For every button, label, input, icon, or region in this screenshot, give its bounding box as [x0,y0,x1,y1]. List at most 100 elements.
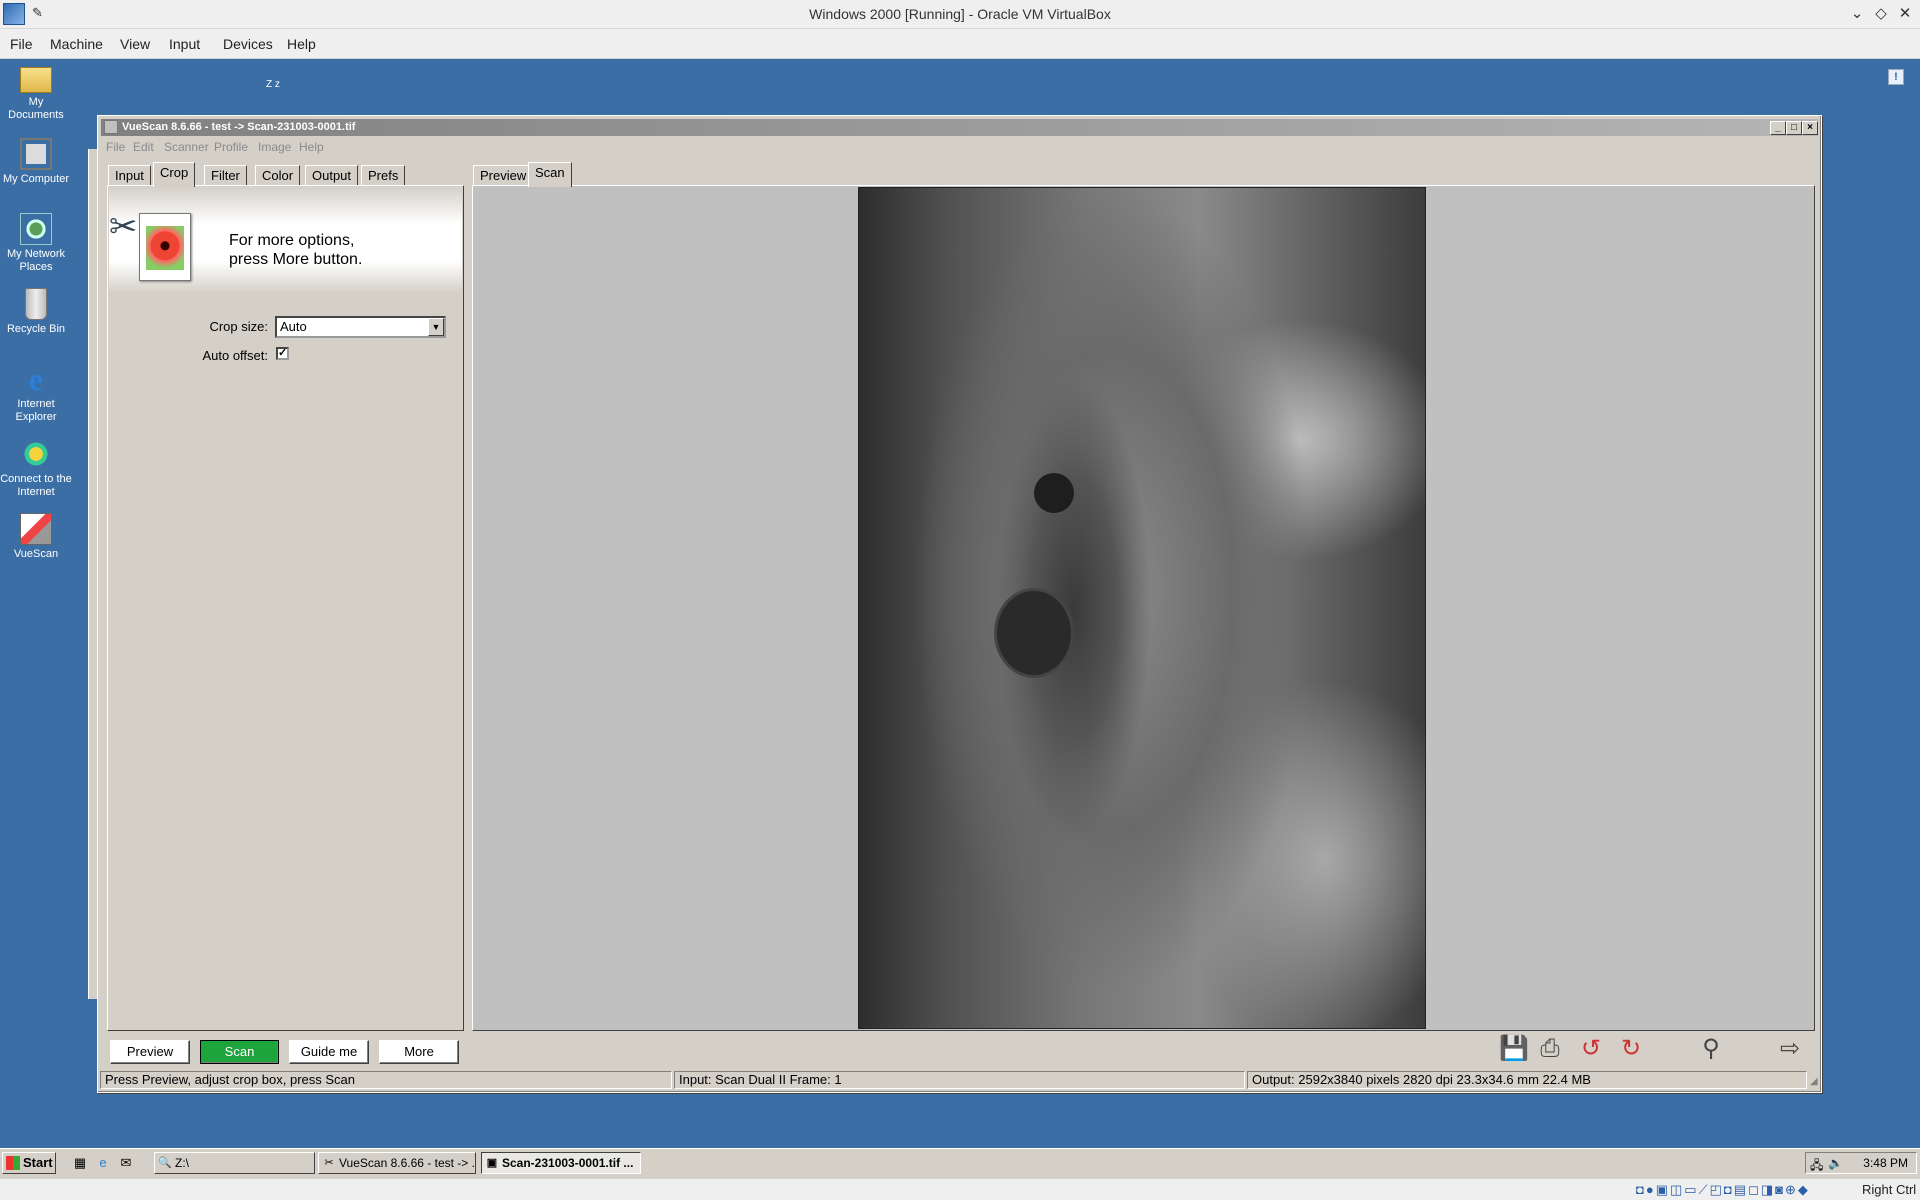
tab-scan[interactable]: Scan [528,162,572,187]
network-tray-icon[interactable]: 🖧 [1810,1156,1826,1172]
status-left: Press Preview, adjust crop box, press Sc… [100,1071,672,1089]
next-arrow-icon[interactable]: ⇨ [1774,1034,1806,1066]
connect-icon [20,438,52,470]
vuescan-window-icon [104,120,118,134]
quicklaunch-ie-icon[interactable]: e [95,1155,111,1171]
vuescan-menubar: File Edit Scanner Profile Image Help [101,136,1818,156]
show-desktop-icon[interactable]: ▦ [72,1155,88,1171]
crop-options-panel: ✂ For more options, press More button. C… [107,185,464,1031]
rotate-left-icon[interactable]: ↺ [1575,1034,1607,1066]
desktop-icon-my-documents[interactable]: My Documents [0,63,72,122]
tab-color[interactable]: Color [255,165,301,187]
task-image-viewer[interactable]: ▣ Scan-231003-0001.tif ... [481,1152,641,1174]
image-viewer-icon: ▣ [486,1157,498,1169]
tab-prefs[interactable]: Prefs [361,165,406,187]
vuescan-close-button[interactable]: × [1802,121,1818,135]
sleep-icon: Z z [266,79,280,90]
computer-icon [20,138,52,170]
host-key-label: Right Ctrl [1862,1182,1917,1197]
windows-flag-icon [6,1156,20,1170]
options-banner: ✂ For more options, press More button. [109,187,462,293]
scissors-icon: ✂ [109,208,138,246]
host-menu-file[interactable]: File [10,36,33,52]
volume-tray-icon[interactable]: 🔈 [1828,1156,1844,1172]
start-button[interactable]: Start [2,1152,56,1174]
resize-grip-icon[interactable]: ◢ [1810,1076,1822,1088]
vm-status-icons[interactable]: ◘●▣◫▭⟋◰◘▤◻◨◙⊕◆ [1636,1182,1810,1198]
status-input: Input: Scan Dual II Frame: 1 [674,1071,1245,1089]
tab-filter[interactable]: Filter [204,165,247,187]
host-menu-help[interactable]: Help [287,36,316,52]
vuescan-minimize-button[interactable]: _ [1770,121,1786,135]
tab-output[interactable]: Output [305,165,359,187]
scan-button[interactable]: Scan [200,1040,279,1064]
network-icon [20,213,52,245]
notification-icon[interactable]: ! [1888,69,1904,85]
image-detail-door [994,588,1074,678]
guest-taskbar: Start ▦ e ✉ 🔍 Z:\ ✂ VueScan 8.6.66 - tes… [0,1148,1920,1178]
crop-size-label: Crop size: [209,319,268,334]
folder-icon [20,67,52,93]
host-menubar: File Machine View Input Devices Help [0,29,1920,59]
crop-illustration [139,213,191,281]
desktop-icon-my-computer[interactable]: My Computer [0,138,72,186]
vuescan-title: VueScan 8.6.66 - test -> Scan-231003-000… [122,121,356,133]
desktop-icon-vuescan[interactable]: VueScan [0,513,72,561]
task-explorer-z[interactable]: 🔍 Z:\ [154,1152,315,1174]
vuescan-maximize-button[interactable]: □ [1786,121,1802,135]
tab-crop[interactable]: Crop [153,162,196,187]
vuescan-titlebar: VueScan 8.6.66 - test -> Scan-231003-000… [101,119,1818,136]
scan-view-panel [472,185,1815,1031]
rotate-right-icon[interactable]: ↻ [1615,1034,1647,1066]
menu-image[interactable]: Image [258,140,291,154]
host-menu-devices[interactable]: Devices [223,36,273,52]
banner-text: For more options, press More button. [229,232,363,268]
image-detail-window [1034,473,1074,513]
vuescan-icon [20,513,52,545]
host-menu-machine[interactable]: Machine [50,36,103,52]
maximize-icon[interactable]: ◇ [1872,4,1890,22]
recycle-bin-icon [25,288,47,320]
print-icon[interactable]: ⎙ [1534,1034,1566,1066]
system-tray: 🖧 🔈 3:48 PM [1805,1152,1917,1174]
ie-icon: e [28,361,44,397]
desktop-icon-connect-internet[interactable]: Connect to the Internet [0,438,72,499]
tab-input[interactable]: Input [108,165,151,187]
more-button[interactable]: More [379,1040,459,1064]
desktop-icon-internet-explorer[interactable]: e Internet Explorer [0,363,72,424]
folder-search-icon: 🔍 [158,1157,172,1169]
zoom-icon[interactable]: ⚲ [1695,1034,1727,1066]
menu-profile[interactable]: Profile [214,140,248,154]
host-window-title: Windows 2000 [Running] - Oracle VM Virtu… [809,6,1111,22]
menu-scanner[interactable]: Scanner [164,140,209,154]
task-vuescan[interactable]: ✂ VueScan 8.6.66 - test -> ... [318,1152,476,1174]
tab-preview[interactable]: Preview [473,165,534,187]
preview-button[interactable]: Preview [110,1040,190,1064]
menu-edit[interactable]: Edit [133,140,154,154]
save-icon[interactable]: 💾 [1498,1034,1530,1066]
menu-help[interactable]: Help [299,140,324,154]
auto-offset-checkbox[interactable]: ✓ [276,347,289,360]
menu-file[interactable]: File [106,140,125,154]
desktop-icon-recycle-bin[interactable]: Recycle Bin [0,288,72,336]
host-menu-view[interactable]: View [120,36,150,52]
auto-offset-label: Auto offset: [202,348,268,363]
right-tab-strip: Preview Scan [473,162,673,187]
chevron-down-icon[interactable]: ▼ [428,318,444,336]
left-tab-strip: Input Crop Filter Color Output Prefs [108,162,468,187]
crop-size-value: Auto [280,319,307,334]
scanned-image[interactable] [858,187,1426,1029]
minimize-icon[interactable]: ⌄ [1848,4,1866,22]
host-titlebar: ✎ Windows 2000 [Running] - Oracle VM Vir… [0,0,1920,29]
quicklaunch-outlook-icon[interactable]: ✉ [118,1155,134,1171]
host-statusbar: ◘●▣◫▭⟋◰◘▤◻◨◙⊕◆ Right Ctrl [0,1178,1920,1200]
status-output: Output: 2592x3840 pixels 2820 dpi 23.3x3… [1247,1071,1807,1089]
close-icon[interactable]: ✕ [1896,4,1914,22]
desktop-icon-network-places[interactable]: My Network Places [0,213,72,274]
flower-image [146,226,184,270]
host-menu-input[interactable]: Input [169,36,200,52]
clock: 3:48 PM [1863,1156,1908,1170]
guide-me-button[interactable]: Guide me [289,1040,369,1064]
vuescan-window: VueScan 8.6.66 - test -> Scan-231003-000… [97,115,1822,1093]
crop-size-select[interactable]: Auto ▼ [275,316,446,338]
